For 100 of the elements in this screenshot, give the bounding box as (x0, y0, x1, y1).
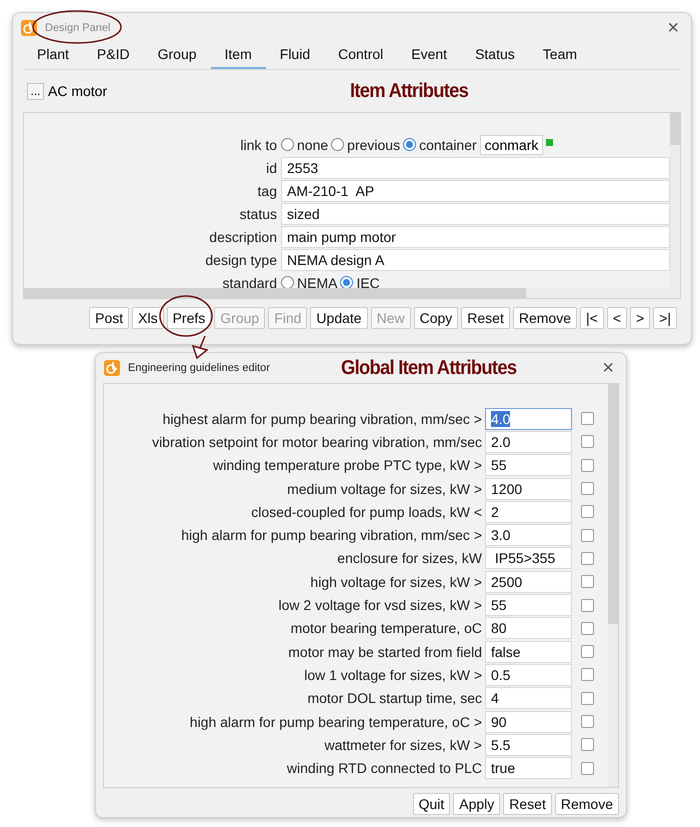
tab[interactable]: Plant (23, 43, 83, 69)
status-indicator-icon (546, 138, 554, 146)
dialog-button[interactable]: Reset (503, 793, 552, 815)
toolbar-button[interactable]: Update (310, 307, 368, 329)
guideline-label: winding temperature probe PTC type, kW > (212, 457, 483, 474)
guideline-label: high alarm for pump bearing vibration, mm/sec > (180, 527, 483, 544)
value-field[interactable]: 4.0 (485, 408, 572, 430)
dialog-button[interactable]: Apply (453, 793, 500, 815)
radio-button[interactable] (403, 138, 416, 151)
browse-button[interactable]: ... (27, 82, 44, 100)
tab[interactable]: P&ID (82, 43, 144, 69)
close-icon[interactable]: × (667, 16, 679, 40)
annotation-ellipse (159, 295, 213, 337)
checkbox[interactable] (581, 575, 594, 588)
radio-option[interactable]: none (281, 136, 328, 152)
dialog-button[interactable]: Quit (412, 793, 450, 815)
guideline-label: motor may be started from field (287, 644, 483, 660)
field-label: standard (222, 274, 278, 290)
text-field[interactable]: NEMA design A (281, 248, 670, 270)
link-field[interactable]: conmark (480, 134, 544, 154)
radio-option[interactable]: container (403, 136, 477, 152)
checkbox[interactable] (581, 412, 594, 426)
toolbar-button[interactable]: Xls (132, 307, 164, 329)
tab[interactable]: Status (461, 43, 529, 69)
checkbox[interactable] (581, 505, 594, 518)
checkbox[interactable] (581, 762, 594, 775)
value-field[interactable]: 55 (485, 594, 572, 616)
horizontal-scrollbar[interactable] (24, 288, 670, 298)
tab[interactable]: Team (528, 43, 592, 69)
toolbar-button[interactable]: >| (653, 307, 677, 329)
guideline-label: wattmeter for sizes, kW > (323, 736, 483, 753)
dialog-button[interactable]: Remove (554, 793, 619, 815)
radio-button[interactable] (281, 276, 294, 289)
value-field[interactable]: 80 (485, 617, 572, 640)
checkbox[interactable] (581, 528, 594, 542)
tab[interactable]: Control (324, 43, 398, 69)
window-title: Design Panel (45, 22, 110, 34)
toolbar-button[interactable]: |< (580, 307, 604, 329)
guideline-label: low 2 voltage for vsd sizes, kW > (278, 597, 483, 614)
tab[interactable]: Event (397, 43, 462, 69)
guideline-label: motor DOL startup time, sec (306, 690, 483, 706)
value-field[interactable]: 90 (485, 710, 572, 732)
text-field[interactable]: 2553 (281, 156, 670, 178)
checkbox[interactable] (581, 668, 594, 682)
guideline-label: low 1 voltage for sizes, kW > (303, 666, 483, 683)
value-field[interactable]: 0.5 (485, 664, 572, 686)
checkbox[interactable] (581, 458, 594, 472)
field-label: tag (256, 182, 278, 198)
tab[interactable]: Fluid (266, 43, 324, 69)
vertical-scrollbar[interactable] (670, 113, 680, 298)
value-field[interactable]: IP55>355 (485, 547, 572, 570)
checkbox[interactable] (581, 692, 594, 705)
text-field[interactable]: AM-210-1 AP (281, 180, 670, 202)
vertical-scrollbar[interactable] (608, 384, 618, 787)
toolbar-button[interactable]: Post (89, 307, 130, 329)
close-icon[interactable]: × (602, 356, 614, 380)
field-label: id (265, 160, 278, 176)
app-logo-icon (21, 20, 37, 36)
toolbar-button[interactable]: Remove (512, 307, 577, 329)
tab[interactable]: Item (210, 43, 266, 69)
value-field[interactable]: 2.0 (485, 430, 572, 453)
toolbar-button[interactable]: < (606, 307, 627, 329)
field-label: description (208, 228, 278, 244)
window-title: Engineering guidelines editor (128, 362, 270, 374)
checkbox[interactable] (581, 598, 594, 612)
radio-button[interactable] (340, 276, 354, 289)
checkbox[interactable] (581, 482, 594, 496)
toolbar-button[interactable]: Prefs (166, 307, 212, 329)
checkbox[interactable] (581, 552, 594, 565)
value-field[interactable]: 5.5 (485, 734, 572, 756)
value-field[interactable]: true (485, 757, 572, 780)
radio-option[interactable]: previous (331, 136, 400, 152)
item-name: AC motor (48, 83, 108, 99)
toolbar-button[interactable]: Reset (461, 307, 510, 329)
toolbar-button[interactable]: > (630, 307, 650, 329)
guideline-label: closed-coupled for pump loads, kW < (250, 504, 483, 520)
radio-button[interactable] (281, 138, 294, 151)
checkbox[interactable] (581, 645, 594, 658)
value-field[interactable]: 2 (485, 500, 572, 523)
guideline-label: enclosure for sizes, kW (336, 550, 483, 566)
value-field[interactable]: 1200 (485, 478, 572, 500)
text-field[interactable]: main pump motor (281, 226, 670, 248)
checkbox[interactable] (581, 715, 594, 728)
checkbox[interactable] (581, 622, 594, 635)
section-heading: Item Attributes (350, 80, 468, 102)
radio-button[interactable] (331, 138, 344, 151)
guideline-label: high voltage for sizes, kW > (309, 574, 483, 590)
checkbox[interactable] (581, 435, 594, 448)
tab[interactable]: Group (144, 43, 211, 69)
value-field[interactable]: 55 (485, 454, 572, 476)
value-field[interactable]: false (485, 640, 572, 663)
checkbox[interactable] (581, 738, 594, 752)
value-field[interactable]: 2500 (485, 570, 572, 593)
value-field[interactable]: 4 (485, 687, 572, 710)
guideline-label: winding RTD connected to PLC (286, 760, 483, 776)
toolbar-button[interactable]: Copy (414, 307, 458, 329)
section-heading: Global Item Attributes (340, 356, 516, 380)
text-field[interactable]: sized (281, 202, 670, 224)
value-field[interactable]: 3.0 (485, 524, 572, 546)
guideline-label: high alarm for pump bearing temperature, oC > (188, 714, 483, 730)
